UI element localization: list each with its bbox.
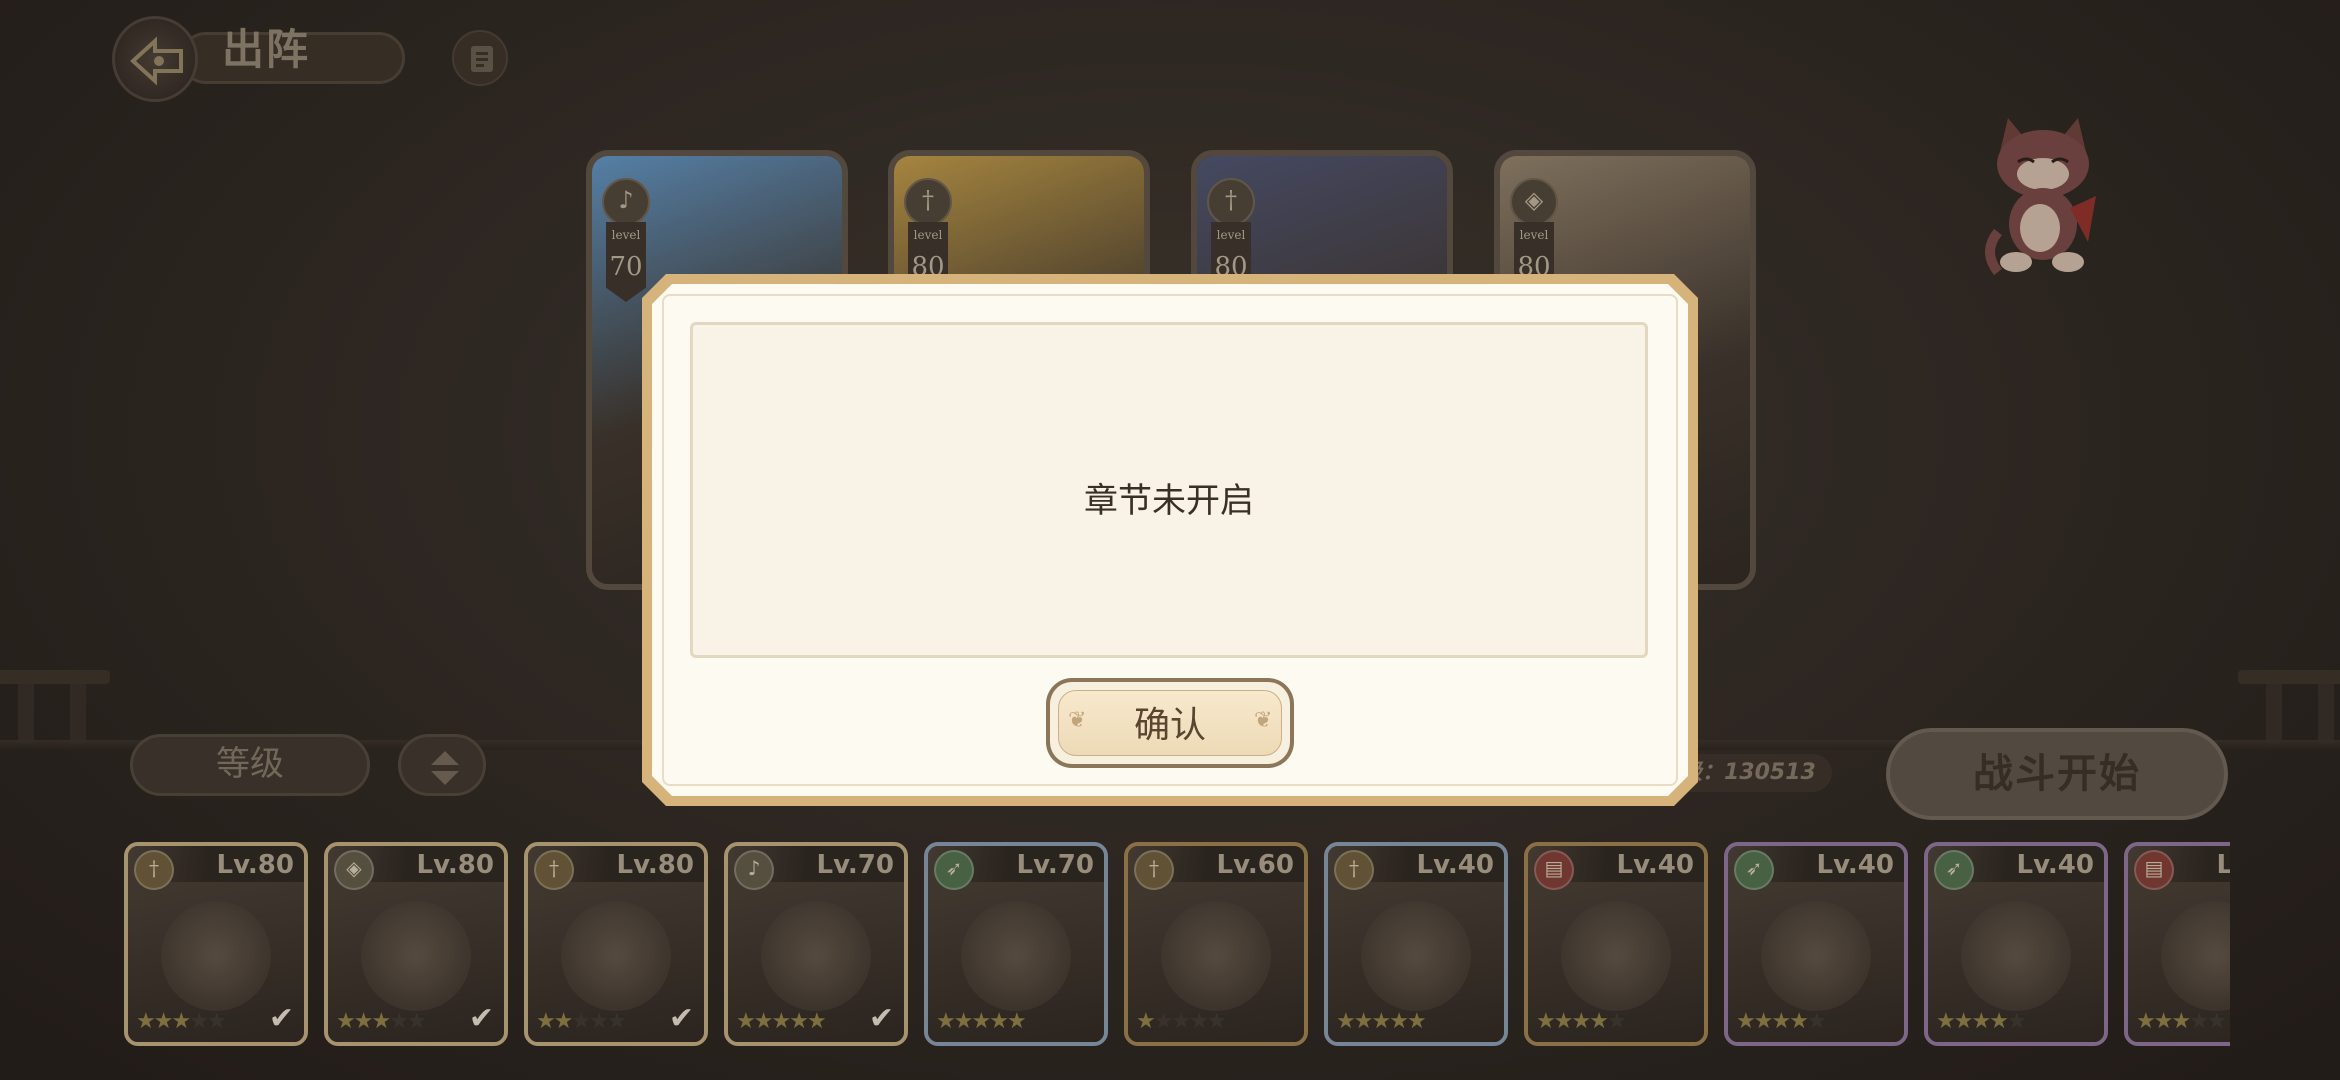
- dialog-message: 章节未开启: [1084, 481, 1254, 521]
- confirm-button[interactable]: ❦ ❦ 确认: [1046, 678, 1294, 768]
- message-box: 章节未开启: [690, 322, 1648, 658]
- notice-dialog: 章节未开启 ❦ ❦ 确认: [642, 274, 1698, 806]
- confirm-button-label: 确认: [1133, 705, 1206, 746]
